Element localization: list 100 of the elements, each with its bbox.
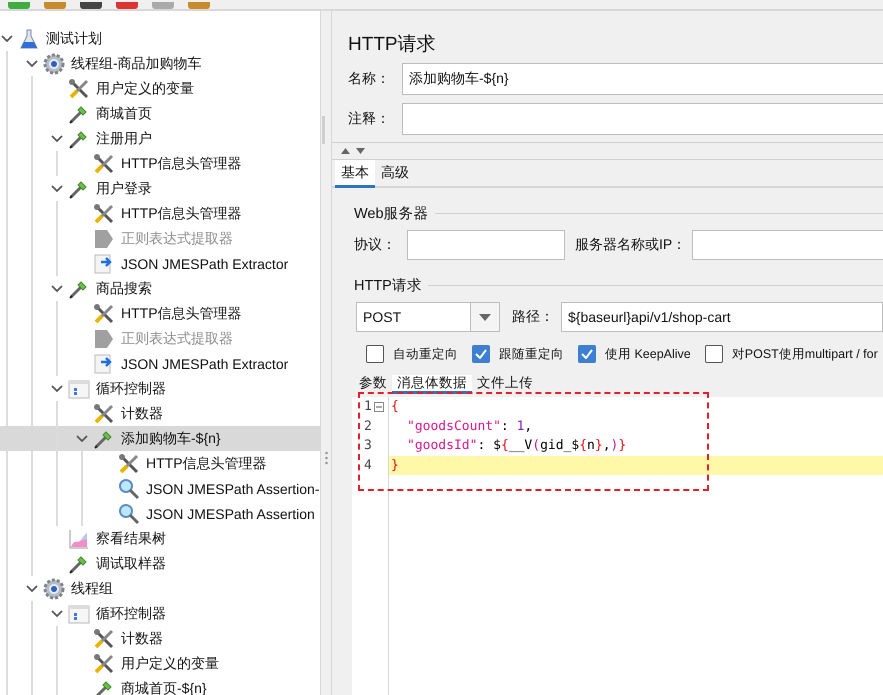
checkbox[interactable] — [578, 345, 596, 363]
tree-item-label: 正则表达式提取器 — [121, 230, 233, 248]
field-label: 路径： — [512, 308, 554, 326]
tree-item-label: HTTP信息头管理器 — [121, 204, 242, 222]
tree-item[interactable]: 商品搜索 — [0, 276, 320, 301]
tree-item-label: 用户定义的变量 — [121, 654, 219, 672]
tree-item[interactable]: JSON JMESPath Extractor — [0, 251, 320, 276]
flask-icon — [20, 28, 38, 48]
tree-item[interactable]: 循环控制器 — [0, 376, 320, 401]
line-number: 2 — [364, 418, 372, 434]
tree-item[interactable]: HTTP信息头管理器 — [0, 301, 320, 326]
tree-item[interactable]: 用户定义的变量 — [0, 76, 320, 101]
tab[interactable]: 基本 — [335, 160, 375, 188]
tools-icon — [93, 652, 115, 674]
tree-item-label: 添加购物车-${n} — [121, 430, 221, 448]
tree-item-label: 循环控制器 — [96, 604, 166, 622]
tab[interactable]: 参数 — [354, 375, 392, 394]
checkbox-label: 自动重定向 — [393, 346, 458, 362]
method-dropdown[interactable]: POST — [356, 302, 500, 332]
checkbox[interactable] — [366, 345, 384, 363]
tree-item[interactable]: JSON JMESPath Extractor — [0, 351, 320, 376]
server-field[interactable] — [692, 230, 883, 260]
field-label: 服务器名称或IP： — [575, 236, 686, 254]
line-number: 4 — [364, 458, 372, 473]
tools-icon — [93, 402, 115, 424]
tree-item-label: 线程组-商品加购物车 — [71, 54, 202, 72]
drag-handle-icon[interactable] — [325, 451, 328, 465]
tree-item-label: JSON JMESPath Extractor — [121, 256, 288, 272]
tree-item[interactable]: 注册用户 — [0, 126, 320, 151]
tree-item-label: 用户定义的变量 — [96, 80, 194, 98]
code-line: "goodsCount": 1, — [406, 418, 534, 436]
tree-item[interactable]: 用户登录 — [0, 176, 320, 201]
extractor-icon — [93, 228, 115, 250]
tools-icon — [118, 452, 140, 474]
tree-item[interactable]: 商城首页 — [0, 101, 320, 126]
checkbox[interactable] — [472, 345, 490, 363]
code-line: "goodsId": ${__V(gid_${n},)} — [406, 437, 628, 456]
tree-item[interactable]: 线程组-商品加购物车 — [0, 51, 320, 76]
tree-item-label: 察看结果树 — [96, 530, 166, 548]
tree-item[interactable]: JSON JMESPath Assertion- — [0, 476, 320, 501]
tree-item-label: 计数器 — [121, 630, 163, 648]
toolbar-button[interactable] — [116, 2, 138, 9]
tools-icon — [93, 152, 115, 174]
checkbox-label: 使用 KeepAlive — [605, 346, 691, 362]
tree-item-label: 循环控制器 — [96, 380, 166, 398]
section-title: Web服务器 — [354, 205, 429, 223]
tree-item[interactable]: HTTP信息头管理器 — [0, 451, 320, 476]
panel-title: HTTP请求 — [347, 33, 437, 55]
gear-icon — [43, 578, 65, 600]
window-icon — [68, 378, 90, 400]
tree-item-label: HTTP信息头管理器 — [121, 154, 242, 172]
tree-item[interactable]: 循环控制器 — [0, 601, 320, 626]
name-field[interactable]: 添加购物车-${n} — [402, 63, 883, 95]
section-title: HTTP请求 — [354, 277, 422, 295]
tab[interactable]: 高级 — [375, 160, 415, 188]
field-label: 名称： — [348, 70, 391, 88]
gear-icon — [43, 52, 65, 74]
path-field[interactable]: ${baseurl}api/v1/shop-cart — [561, 302, 883, 332]
checkbox[interactable] — [704, 345, 723, 363]
tree-item-label: 注册用户 — [96, 130, 152, 148]
protocol-field[interactable] — [407, 230, 565, 260]
window-icon — [68, 602, 90, 624]
magnifier-icon — [118, 478, 140, 500]
tree-item[interactable]: 计数器 — [0, 626, 320, 651]
extractor-icon — [93, 328, 115, 350]
tree-item[interactable]: 用户定义的变量 — [0, 651, 320, 676]
magnifier-icon — [118, 502, 140, 524]
toolbar-button[interactable] — [80, 2, 102, 9]
tree-item[interactable]: 调试取样器 — [0, 551, 320, 576]
comment-field[interactable] — [402, 103, 883, 135]
tree-item[interactable]: HTTP信息头管理器 — [0, 151, 320, 176]
checkbox-label: 跟随重定向 — [499, 346, 564, 362]
tree-item[interactable]: 计数器 — [0, 401, 320, 426]
tree-item-label: 正则表达式提取器 — [121, 330, 233, 348]
tab[interactable]: 文件上传 — [472, 375, 538, 394]
tab[interactable]: 消息体数据 — [392, 375, 472, 394]
tree-item-label: 计数器 — [121, 404, 163, 422]
tree-item[interactable]: JSON JMESPath Assertion — [0, 501, 320, 526]
code-line: { — [390, 398, 400, 416]
tree-item-label: JSON JMESPath Assertion- — [146, 480, 320, 496]
field-label: 注释： — [348, 110, 391, 128]
tree-item[interactable]: 察看结果树 — [0, 526, 320, 551]
tree-item-label: 调试取样器 — [96, 554, 166, 572]
chart-icon — [68, 528, 90, 550]
tree-item[interactable]: 测试计划 — [0, 26, 320, 51]
tree-item[interactable]: 线程组 — [0, 576, 320, 601]
tree-item[interactable]: HTTP信息头管理器 — [0, 201, 320, 226]
tree-item[interactable]: 添加购物车-${n} — [0, 426, 320, 451]
code-editor[interactable]: 1 2 3 4 { "goodsCount": 1, "goodsId": ${__V(gid_${n},)} } — [352, 397, 883, 695]
tools-icon — [93, 202, 115, 224]
field-label: 协议： — [354, 236, 397, 254]
tools-icon — [93, 628, 115, 650]
collapse-down-icon[interactable] — [356, 148, 365, 154]
tree-item-label: 测试计划 — [46, 30, 102, 48]
tree-item-label: 用户登录 — [96, 180, 152, 198]
tree-item-label: JSON JMESPath Assertion — [146, 506, 315, 522]
tree-item-label: 线程组 — [71, 580, 113, 598]
checkbox-label: 对POST使用multipart / for — [732, 346, 878, 362]
expand-up-icon[interactable] — [341, 148, 350, 154]
fold-icon[interactable] — [374, 402, 384, 412]
